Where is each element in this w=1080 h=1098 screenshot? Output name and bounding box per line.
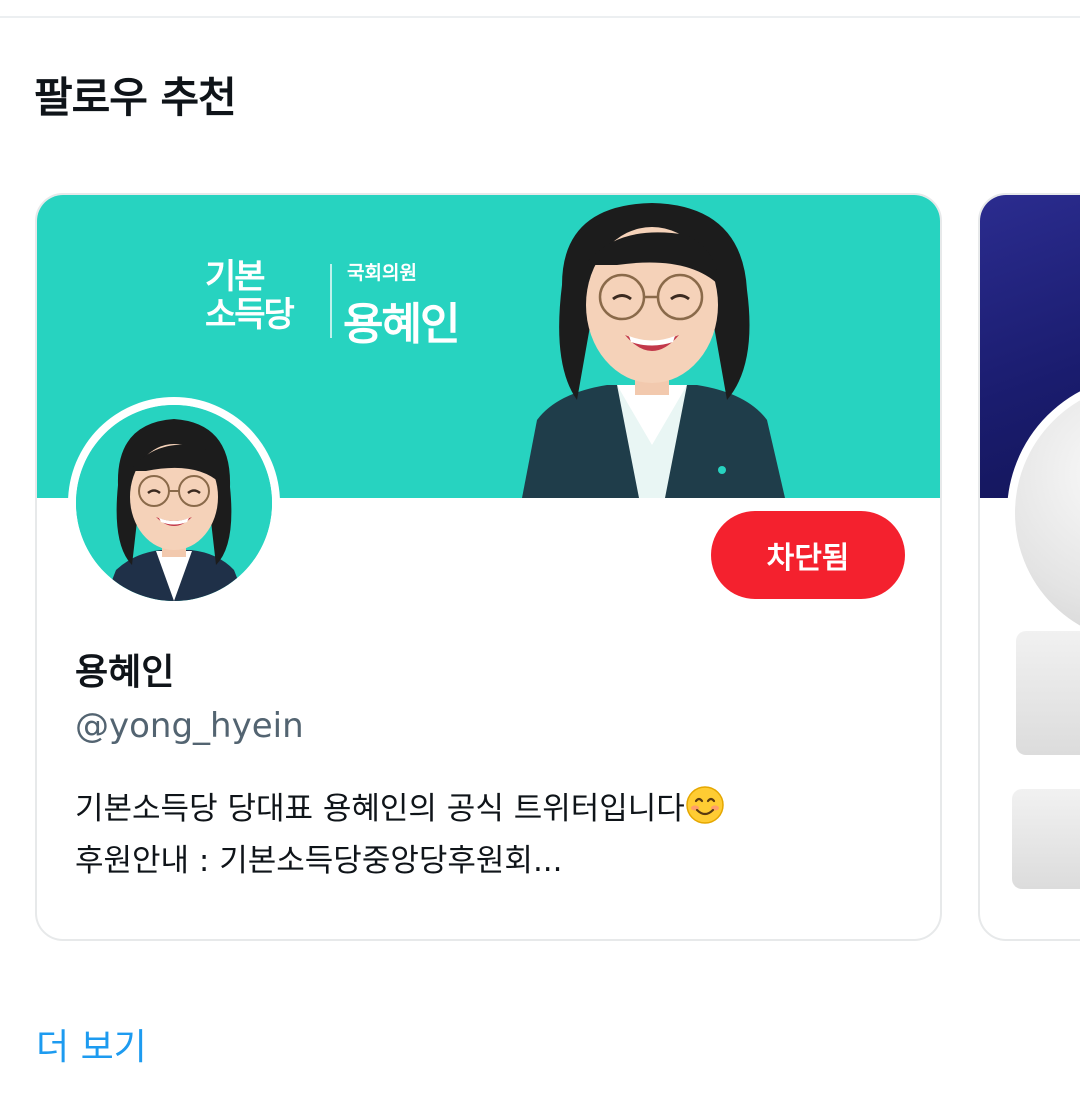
party-logo-line1: 기본 [205, 257, 266, 297]
card-content-block [1016, 631, 1080, 755]
logo-divider [330, 264, 332, 338]
smiling-face-emoji-icon [686, 786, 724, 824]
bio-line-1: 기본소득당 당대표 용혜인의 공식 트위터입니다 [75, 783, 915, 835]
blocked-button[interactable]: 차단됨 [711, 511, 905, 599]
user-handle[interactable]: @yong_hyein [75, 706, 304, 746]
banner-role: 국회의원 [347, 262, 417, 284]
avatar[interactable] [76, 405, 272, 601]
follow-suggestion-card-next[interactable] [978, 193, 1080, 941]
show-more-link[interactable]: 더 보기 [36, 1018, 147, 1070]
card-content-block [1012, 789, 1080, 889]
party-logo-line2: 소득당 [205, 295, 295, 335]
avatar-image [76, 405, 272, 601]
display-name[interactable]: 용혜인 [75, 643, 174, 695]
section-title: 팔로우 추천 [34, 73, 237, 122]
bio-line-1-text: 기본소득당 당대표 용혜인의 공식 트위터입니다 [75, 791, 685, 827]
top-divider [0, 16, 1080, 18]
banner-logo: 기본 소득당 국회의원 용혜인 [205, 258, 505, 350]
avatar-border[interactable] [68, 397, 280, 609]
profile-bio: 기본소득당 당대표 용혜인의 공식 트위터입니다 후원안내 : 기본소득당중앙당… [75, 783, 915, 887]
follow-suggestion-card[interactable]: 기본 소득당 국회의원 용혜인 차단됨 용혜인 @yong_hyein 기본소득… [35, 193, 942, 941]
banner-portrait [522, 203, 785, 498]
bio-line-2: 후원안내 : 기본소득당중앙당후원회... [75, 843, 563, 879]
party-logo: 기본 소득당 [205, 258, 305, 334]
banner-name: 용혜인 [343, 299, 460, 350]
